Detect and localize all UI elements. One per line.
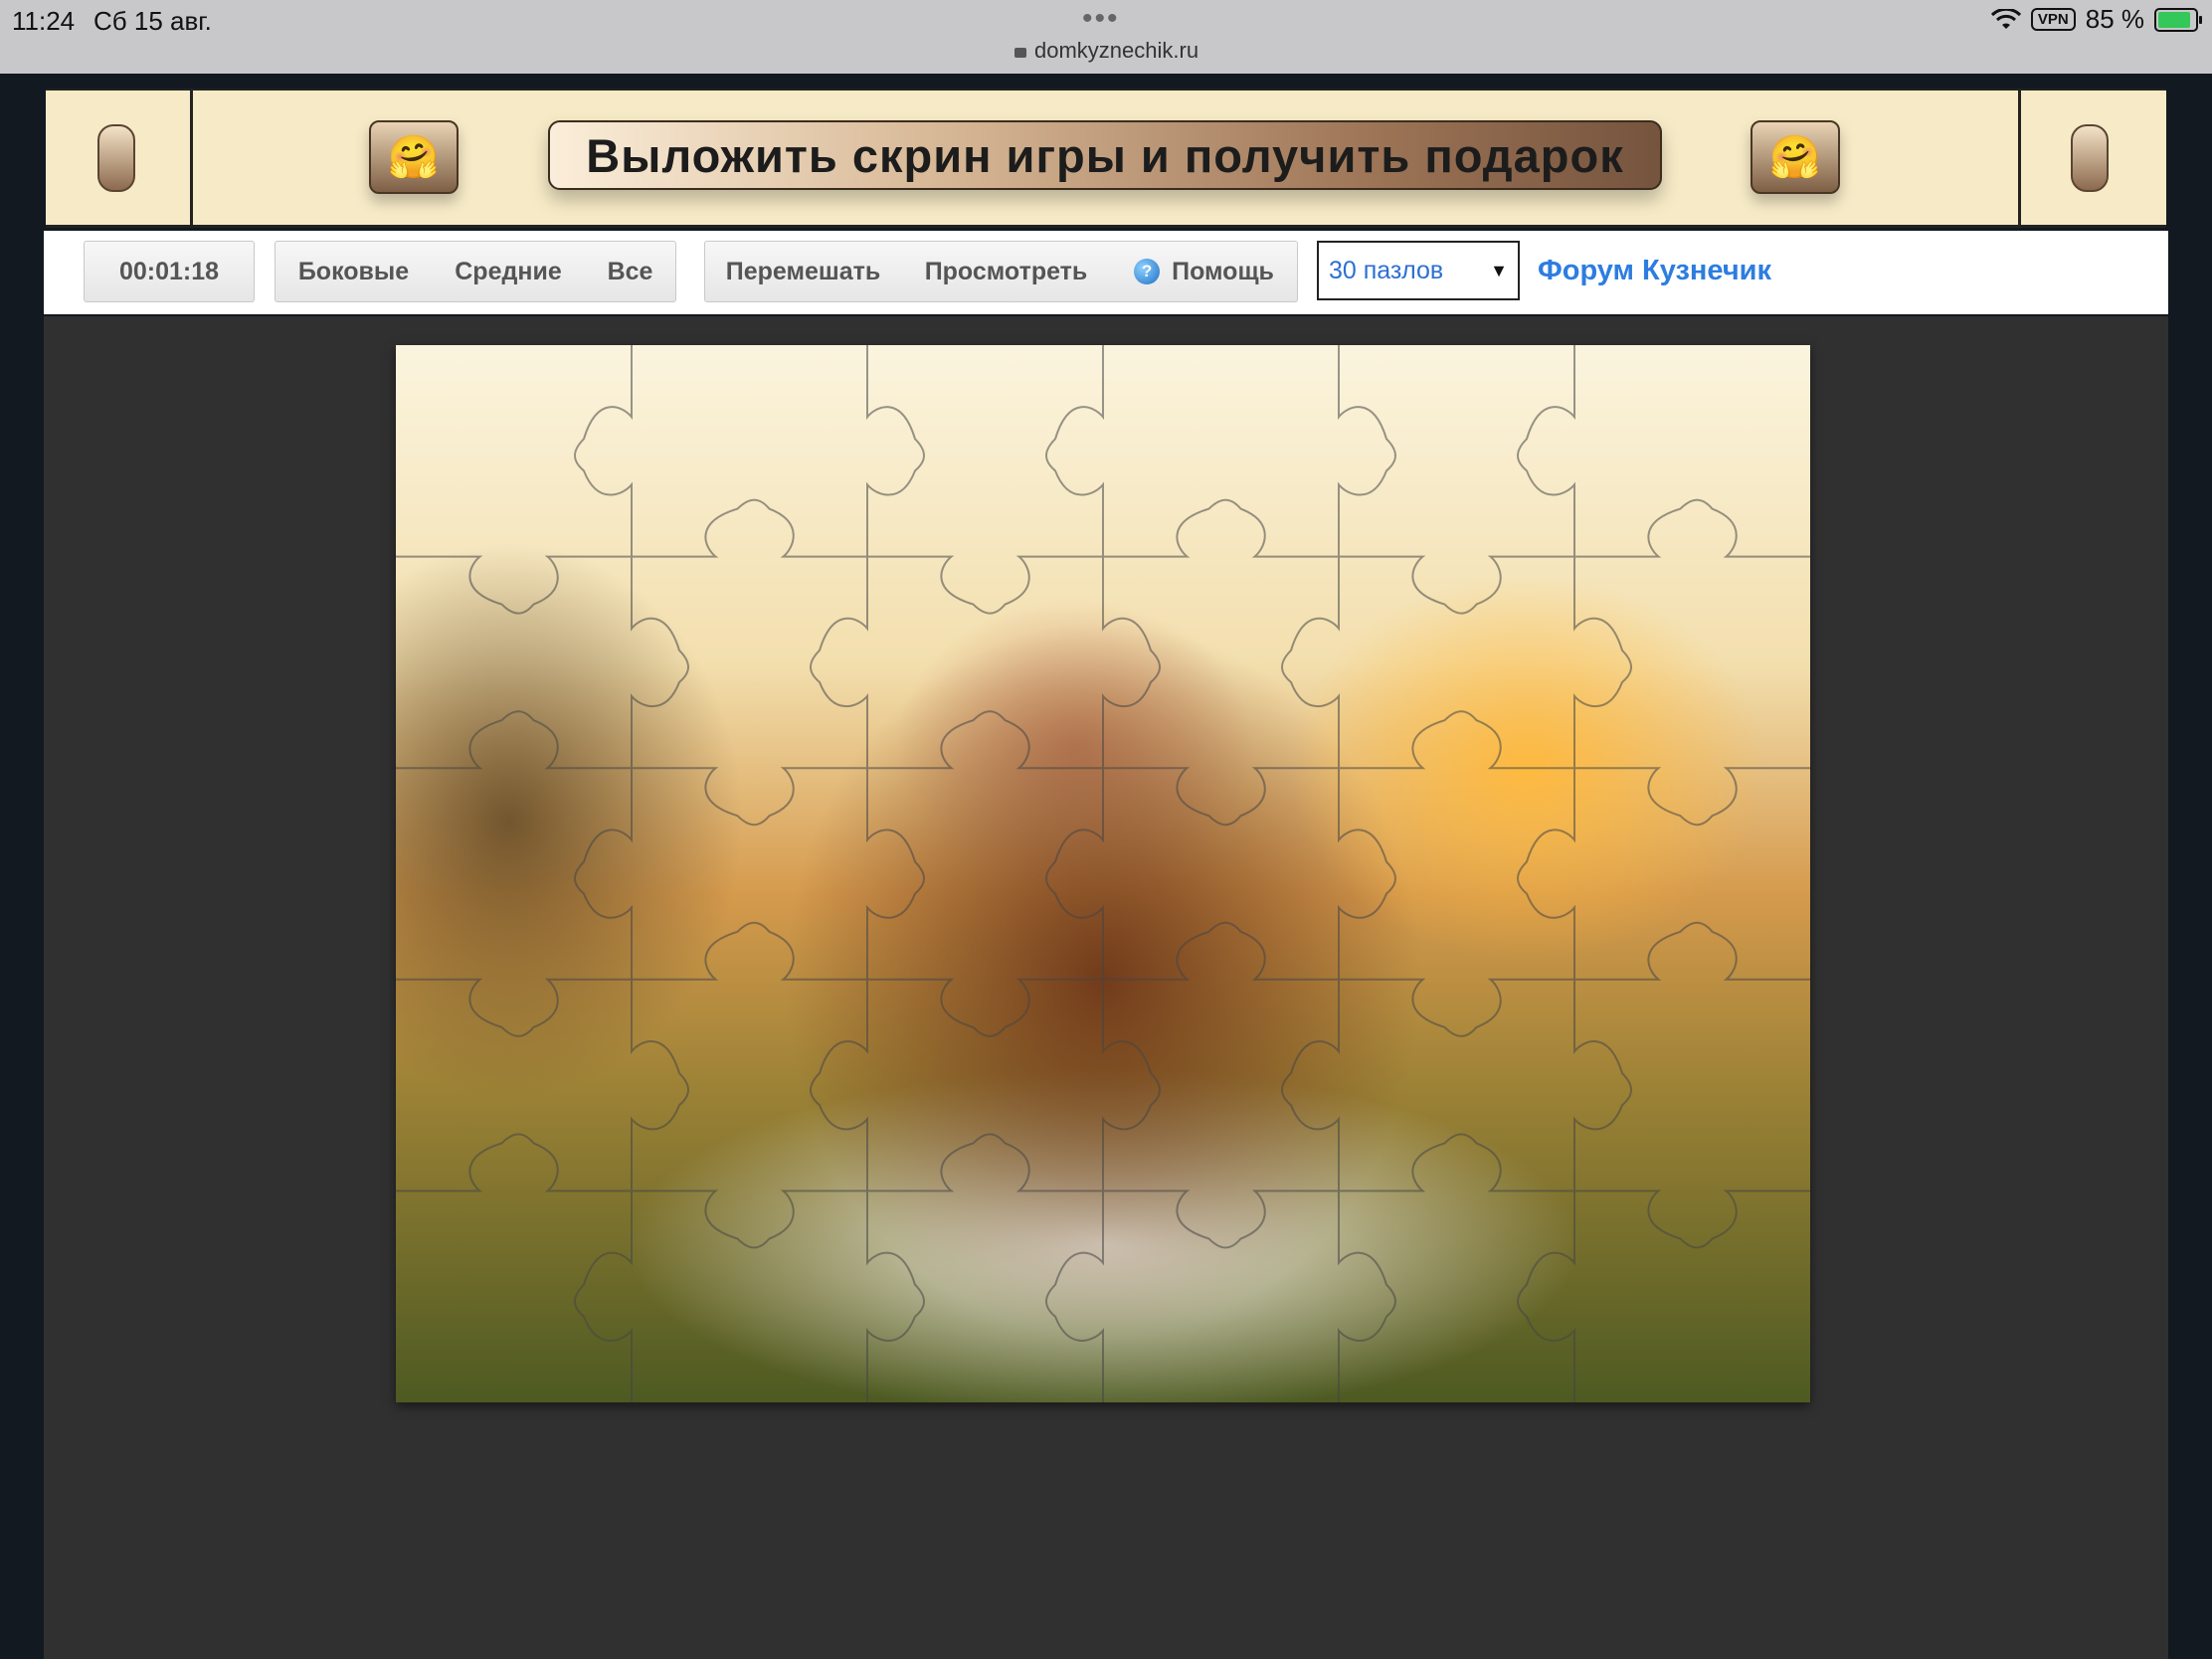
help-button[interactable]: ? Помощь — [1111, 241, 1298, 302]
preview-button[interactable]: Просмотреть — [901, 241, 1112, 302]
battery-icon — [2154, 7, 2202, 32]
piece-count-select[interactable]: 30 пазлов ▼ — [1317, 241, 1520, 300]
play-area — [44, 316, 2168, 1659]
help-label: Помощь — [1172, 257, 1274, 285]
puzzle-piece-outlines — [396, 345, 1810, 1402]
piece-count-value: 30 пазлов — [1329, 256, 1444, 284]
puzzle-board[interactable] — [396, 345, 1810, 1402]
banner-divider-left — [190, 91, 193, 225]
shuffle-button[interactable]: Перемешать — [704, 241, 902, 302]
promo-button[interactable]: Выложить скрин игры и получить подарок — [548, 120, 1662, 190]
status-bar: 11:24 Сб 15 авг. ••• domkyznechik.ru VPN… — [0, 0, 2212, 74]
date: Сб 15 авг. — [93, 6, 212, 36]
lock-icon — [1014, 48, 1026, 58]
banner-knob-right — [2071, 124, 2109, 192]
vpn-badge: VPN — [2030, 8, 2076, 31]
edges-button[interactable]: Боковые — [275, 241, 433, 302]
help-globe-icon: ? — [1134, 259, 1161, 284]
clock: 11:24 — [12, 6, 76, 36]
banner-knob-left — [97, 124, 135, 192]
middle-button[interactable]: Средние — [432, 241, 586, 302]
hugging-face-icon-right[interactable]: 🤗 — [1751, 120, 1840, 194]
system-indicators: VPN 85 % — [1990, 4, 2202, 35]
all-button[interactable]: Все — [585, 241, 676, 302]
hugging-face-icon-left[interactable]: 🤗 — [369, 120, 459, 194]
piece-edges — [396, 345, 1810, 1402]
url-text: domkyznechik.ru — [1034, 38, 1199, 63]
timer-display: 00:01:18 — [84, 241, 255, 302]
address-bar[interactable]: domkyznechik.ru — [1014, 38, 1198, 64]
banner-divider-right — [2018, 91, 2021, 225]
battery-percent: 85 % — [2085, 4, 2144, 34]
promo-banner: 🤗 Выложить скрин игры и получить подарок… — [46, 89, 2166, 228]
more-dots-icon[interactable]: ••• — [1082, 2, 1120, 36]
forum-link[interactable]: Форум Кузнечик — [1538, 255, 1771, 287]
wifi-icon — [1990, 8, 2021, 29]
dropdown-arrow-icon: ▼ — [1490, 261, 1508, 280]
puzzle-toolbar: 00:01:18 Боковые Средние Все Перемешать … — [44, 231, 2168, 314]
